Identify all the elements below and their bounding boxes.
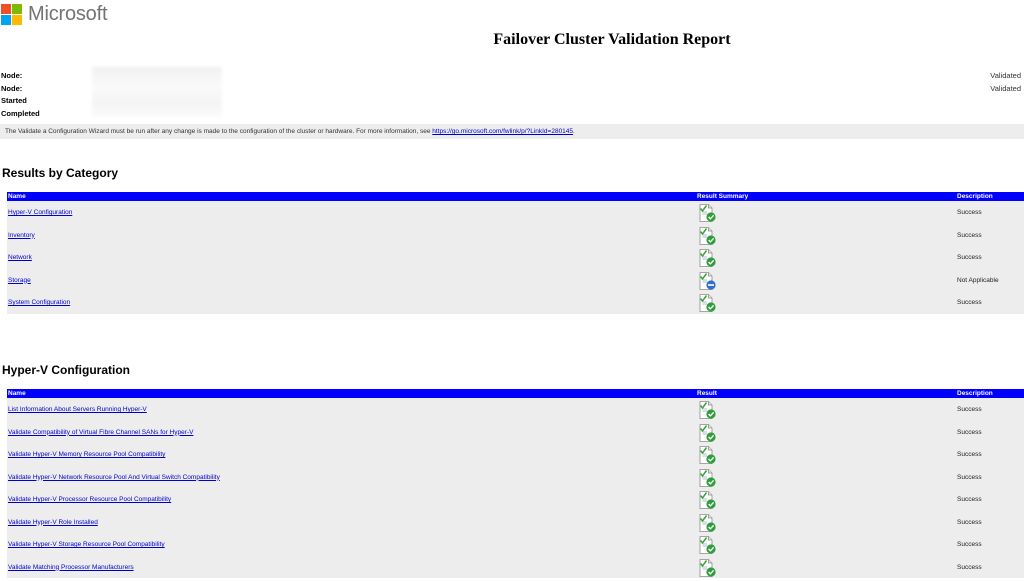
row-description: Success bbox=[957, 231, 982, 239]
table-row: Validate Hyper-V Processor Resource Pool… bbox=[7, 488, 1024, 511]
row-description: Success bbox=[957, 209, 982, 216]
node-label: Node: bbox=[1, 71, 23, 80]
table-row: Hyper-V Configuration Success bbox=[7, 201, 1024, 224]
row-description: Success bbox=[957, 406, 982, 413]
table-row: System Configuration Success bbox=[7, 291, 1024, 314]
row-name-link[interactable]: Storage bbox=[8, 277, 31, 284]
logo-text: Microsoft bbox=[28, 2, 108, 25]
row-name-link[interactable]: Validate Hyper-V Network Resource Pool A… bbox=[8, 474, 220, 481]
row-description: Success bbox=[957, 518, 982, 526]
success-report-icon bbox=[697, 400, 717, 420]
table-row: Validate Matching Processor Manufacturer… bbox=[7, 556, 1024, 579]
success-report-icon bbox=[697, 203, 717, 223]
table-row: Validate Hyper-V Role Installed Success bbox=[7, 511, 1024, 534]
hyperv-configuration-heading: Hyper-V Configuration bbox=[2, 363, 130, 377]
node-statuses: Validated Validated bbox=[990, 70, 1021, 95]
column-header-description: Description bbox=[957, 390, 993, 397]
success-report-icon bbox=[697, 423, 717, 443]
row-description: Success bbox=[957, 299, 982, 306]
row-name-link[interactable]: Validate Hyper-V Processor Resource Pool… bbox=[8, 496, 171, 503]
not-applicable-report-icon bbox=[697, 271, 717, 291]
started-label: Started bbox=[1, 96, 27, 105]
notice-text: The Validate a Configuration Wizard must… bbox=[5, 128, 433, 135]
column-header-name: Name bbox=[8, 193, 26, 200]
table-row: Validate Hyper-V Memory Resource Pool Co… bbox=[7, 443, 1024, 466]
success-report-icon bbox=[697, 248, 717, 268]
microsoft-logo-icon bbox=[1, 3, 22, 25]
completed-label: Completed bbox=[1, 108, 40, 118]
row-name-link[interactable]: Hyper-V Configuration bbox=[8, 209, 72, 216]
row-description: Success bbox=[957, 451, 982, 458]
microsoft-logo: Microsoft bbox=[0, 2, 108, 25]
row-description: Success bbox=[957, 563, 982, 571]
table-body: Hyper-V Configuration Success Inventory Suc… bbox=[7, 201, 1024, 314]
node-label: Node: bbox=[1, 83, 23, 93]
success-report-icon bbox=[697, 558, 717, 578]
success-report-icon bbox=[697, 535, 717, 555]
column-header-name: Name bbox=[8, 390, 26, 397]
row-name-link[interactable]: Network bbox=[8, 254, 32, 261]
row-description: Success bbox=[957, 254, 982, 261]
results-by-category-heading: Results by Category bbox=[2, 166, 119, 180]
column-header-result: Result bbox=[697, 390, 717, 397]
success-report-icon bbox=[697, 490, 717, 510]
row-description: Success bbox=[957, 428, 982, 436]
table-row: Inventory Success bbox=[7, 224, 1024, 247]
row-description: Success bbox=[957, 541, 982, 548]
row-name-link[interactable]: List Information About Servers Running H… bbox=[8, 406, 147, 413]
notice-suffix: . bbox=[573, 128, 575, 135]
row-name-link[interactable]: Validate Hyper-V Memory Resource Pool Co… bbox=[8, 451, 165, 458]
column-header-result-summary: Result Summary bbox=[697, 193, 749, 200]
table-row: Validate Compatibility of Virtual Fibre … bbox=[7, 421, 1024, 444]
notice-link[interactable]: https://go.microsoft.com/fwlink/p/?LinkI… bbox=[432, 128, 573, 135]
row-name-link[interactable]: Validate Matching Processor Manufacturer… bbox=[8, 564, 134, 571]
node-status: Validated bbox=[990, 83, 1021, 93]
row-name-link[interactable]: System Configuration bbox=[8, 299, 70, 306]
row-description: Success bbox=[957, 473, 982, 481]
table-row: Validate Hyper-V Network Resource Pool A… bbox=[7, 466, 1024, 489]
table-row: List Information About Servers Running H… bbox=[7, 398, 1024, 421]
success-report-icon bbox=[697, 445, 717, 465]
row-name-link[interactable]: Validate Hyper-V Role Installed bbox=[8, 519, 98, 526]
notice-banner: The Validate a Configuration Wizard must… bbox=[0, 124, 1024, 139]
report-title: Failover Cluster Validation Report bbox=[493, 31, 731, 48]
column-header-description: Description bbox=[957, 193, 993, 200]
table-body: List Information About Servers Running H… bbox=[7, 398, 1024, 578]
success-report-icon bbox=[697, 293, 717, 313]
row-name-link[interactable]: Inventory bbox=[8, 232, 35, 239]
success-report-icon bbox=[697, 468, 717, 488]
success-report-icon bbox=[697, 513, 717, 533]
redacted-values bbox=[92, 67, 222, 117]
hyperv-configuration-table: Name Result Description List Information… bbox=[7, 389, 1024, 578]
table-header: Name Result Description bbox=[7, 389, 1024, 398]
results-by-category-table: Name Result Summary Description Hyper-V … bbox=[7, 192, 1024, 314]
row-description: Not Applicable bbox=[957, 276, 999, 284]
report-meta-labels: Node: Node: Started Completed bbox=[1, 70, 40, 120]
row-name-link[interactable]: Validate Compatibility of Virtual Fibre … bbox=[8, 429, 193, 436]
table-row: Network Success bbox=[7, 246, 1024, 269]
table-row: Storage Not Applicable bbox=[7, 269, 1024, 292]
row-name-link[interactable]: Validate Hyper-V Storage Resource Pool C… bbox=[8, 541, 165, 548]
table-row: Validate Hyper-V Storage Resource Pool C… bbox=[7, 533, 1024, 556]
node-status: Validated bbox=[990, 71, 1021, 80]
table-header: Name Result Summary Description bbox=[7, 192, 1024, 201]
success-report-icon bbox=[697, 226, 717, 246]
row-description: Success bbox=[957, 496, 982, 503]
